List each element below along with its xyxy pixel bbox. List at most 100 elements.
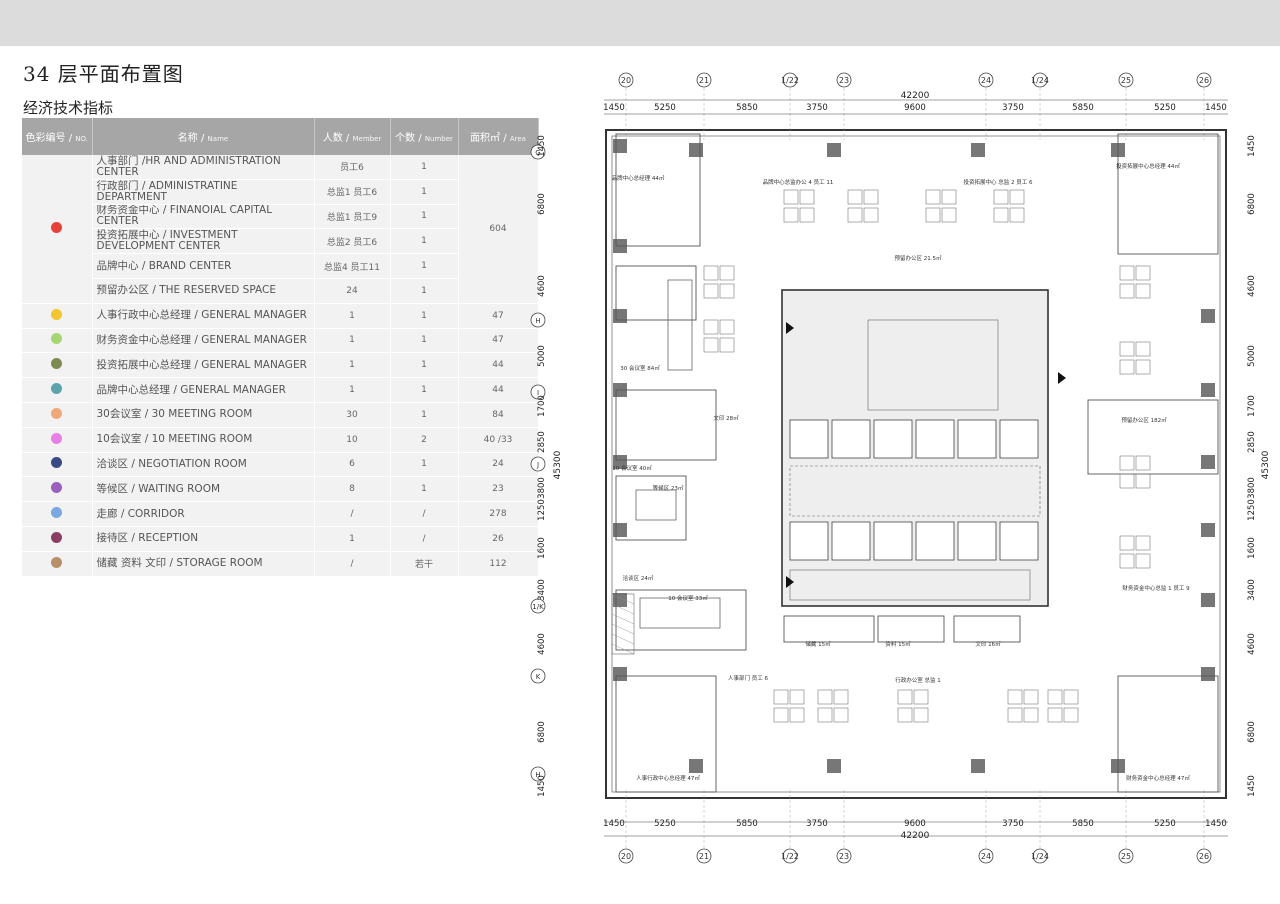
structural-column (1201, 523, 1215, 537)
workstation (1119, 553, 1135, 569)
table-header-row: 色彩编号 / NO. 名称 / Name 人数 / Member 个数 / Nu… (22, 118, 539, 155)
color-dot (51, 556, 63, 568)
row-name: 行政部门 / ADMINISTRATINE DEPARTMENT (92, 179, 315, 205)
workstation (925, 189, 941, 205)
row-people: 1 (314, 526, 391, 552)
workstation (1047, 689, 1063, 705)
row-count: 1 (390, 377, 459, 403)
stair-hatch (611, 613, 635, 625)
dim-top: 5250 (1154, 103, 1176, 113)
room-label: 品牌中心总经理 44㎡ (612, 174, 665, 182)
room-label: 预留办公区 21.5㎡ (895, 254, 942, 262)
workstation (863, 189, 879, 205)
axis-label: 26 (1199, 852, 1209, 861)
dim-bottom: 5250 (654, 819, 676, 829)
dim-bottom: 9600 (904, 819, 926, 829)
color-dot (51, 221, 63, 233)
workstation (773, 689, 789, 705)
dim-left: 1450 (537, 775, 547, 797)
page-title: 34 层平面布置图 (23, 62, 184, 86)
row-count: 若干 (390, 551, 459, 577)
row-people: 30 (314, 402, 391, 428)
meeting-room (615, 389, 717, 461)
dim-bottom: 3750 (806, 819, 828, 829)
row-area: 44 (458, 377, 539, 403)
workstation (847, 189, 863, 205)
workstation (941, 189, 957, 205)
color-swatch-cell (22, 155, 93, 304)
row-people: 总监2 员工6 (314, 228, 391, 255)
structural-column (971, 759, 985, 773)
row-count: 1 (390, 155, 459, 180)
dim-left: 3800 (537, 477, 547, 499)
row-name: 接待区 / RECEPTION (92, 526, 315, 552)
row-people: 1 (314, 303, 391, 329)
dim-left: 1450 (537, 135, 547, 157)
dim-left: 5000 (537, 345, 547, 367)
stair-hatch (611, 643, 635, 655)
row-people: 总监1 员工6 (314, 179, 391, 205)
axis-label: 25 (1121, 76, 1131, 85)
room-label: 文印 28㎡ (713, 414, 739, 422)
workstation (1135, 359, 1151, 375)
header-people: 人数 / Member (314, 118, 391, 155)
row-people: 1 (314, 328, 391, 354)
row-count: 1 (390, 228, 459, 255)
structural-column (689, 759, 703, 773)
floor-plan: 20 20 21 21 1/22 1/22 23 23 24 24 1/24 1/24 25 25 26 26… (530, 72, 1271, 864)
dim-left: 4600 (537, 275, 547, 297)
dim-right: 6800 (1247, 193, 1257, 215)
dim-top: 9600 (904, 103, 926, 113)
office-room (615, 265, 697, 321)
workstation (993, 189, 1009, 205)
color-dot (51, 531, 63, 543)
color-dot (51, 482, 63, 494)
room-label: 投资拓展中心 总监 2 员工 6 (964, 178, 1033, 186)
axis-label: 23 (839, 852, 849, 861)
dim-left: 3400 (537, 579, 547, 601)
dim-right: 3400 (1247, 579, 1257, 601)
row-area: 26 (458, 526, 539, 552)
table-row: 投资拓展中心总经理 / GENERAL MANAGER 1 1 44 (22, 352, 539, 379)
dim-top: 1450 (603, 103, 625, 113)
elevator-shaft (873, 521, 913, 561)
table-row: 走廊 / CORRIDOR //278 (22, 501, 539, 527)
dim-top: 3750 (806, 103, 828, 113)
table-row: 品牌中心总经理 / GENERAL MANAGER 1 1 44 (22, 377, 539, 403)
table-row: 等候区 / WAITING ROOM 8 1 23 (22, 476, 539, 503)
dim-bottom: 1450 (1205, 819, 1227, 829)
print-room (953, 615, 1021, 643)
workstation (789, 707, 805, 723)
room-label: 行政办公室 总监 1 (895, 676, 941, 684)
storage-room (877, 615, 945, 643)
dim-right: 1250 (1247, 499, 1257, 521)
meeting-table (639, 597, 721, 629)
elevator-shaft (873, 419, 913, 459)
workstation (897, 689, 913, 705)
room-label: 文印 16㎡ (975, 640, 1001, 648)
color-dot (51, 432, 63, 444)
dim-bottom: 1450 (603, 819, 625, 829)
workstation (913, 707, 929, 723)
dim-right: 6800 (1247, 721, 1257, 743)
header-no: 色彩编号 / NO. (22, 118, 93, 155)
color-swatch-cell (22, 452, 93, 478)
workstation (1135, 265, 1151, 281)
room-label: 等候区 23㎡ (653, 484, 684, 492)
row-area: 23 (458, 476, 539, 503)
stair-hatch (611, 633, 635, 645)
row-name: 品牌中心 / BRAND CENTER (92, 253, 315, 279)
elevator-shaft (831, 419, 871, 459)
meeting-table (635, 489, 677, 521)
dim-top: 1450 (1205, 103, 1227, 113)
axis-label: 20 (621, 76, 631, 85)
dim-right: 1700 (1247, 395, 1257, 417)
entry-marker (1058, 372, 1066, 384)
dim-total-top: 42200 (901, 91, 930, 101)
table-row: 财务资金中心总经理 / GENERAL MANAGER 1 1 47 (22, 328, 539, 354)
row-people: 1 (314, 352, 391, 379)
dim-bottom: 3750 (1002, 819, 1024, 829)
row-people: 员工6 (314, 155, 391, 180)
dim-left: 4600 (537, 633, 547, 655)
elevator-shaft (831, 521, 871, 561)
